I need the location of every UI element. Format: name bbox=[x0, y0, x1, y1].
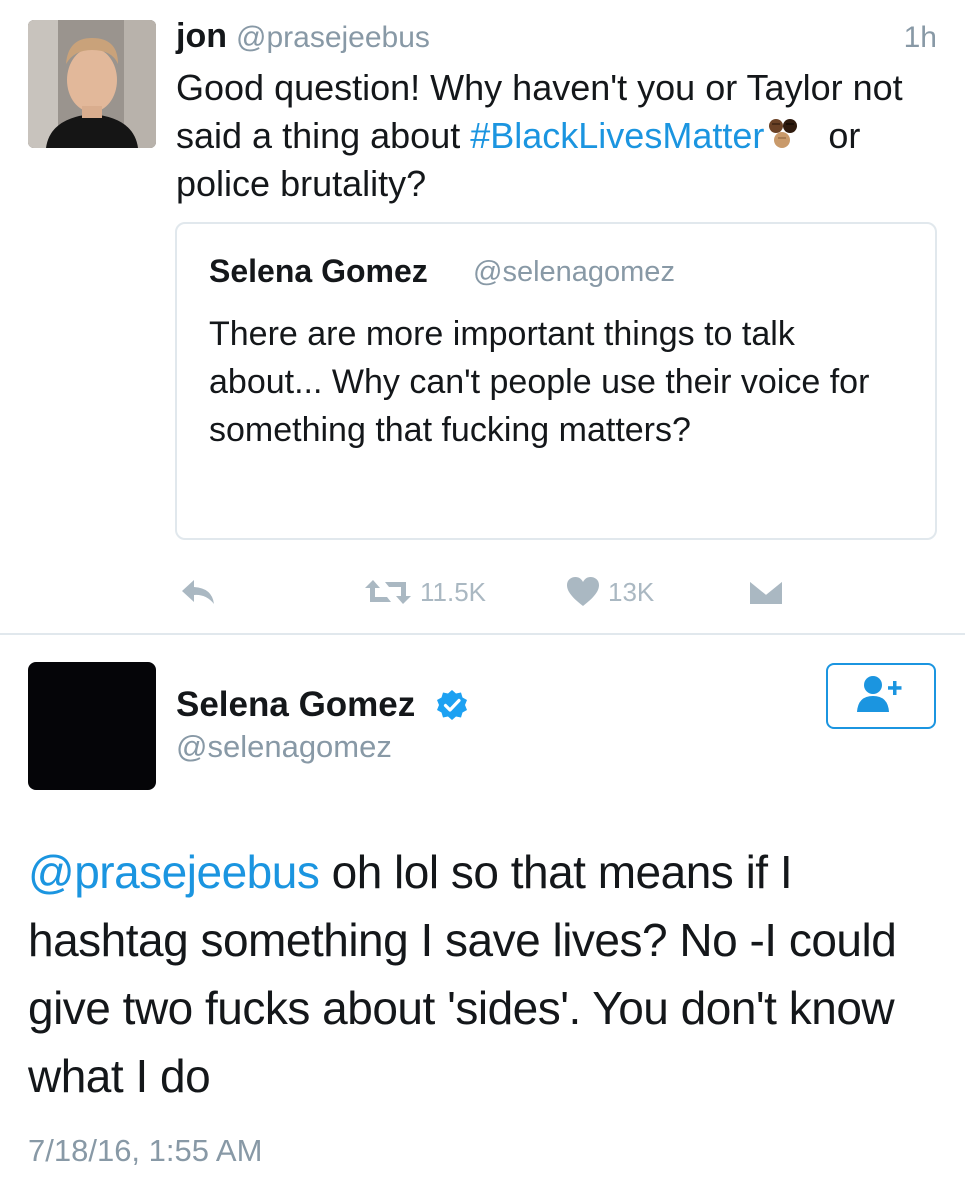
like-button[interactable]: 13K bbox=[566, 572, 654, 612]
raised-fists-emoji bbox=[766, 116, 810, 150]
retweet-count: 11.5K bbox=[420, 576, 487, 607]
quoted-author-handle: @selenagomez bbox=[473, 256, 675, 288]
avatar-jon[interactable] bbox=[28, 20, 156, 148]
main-author-handle[interactable]: @selenagomez bbox=[176, 726, 392, 768]
verified-badge-icon bbox=[436, 689, 468, 721]
reply-icon bbox=[178, 576, 218, 608]
mention-link[interactable]: @prasejeebus bbox=[28, 846, 320, 898]
retweet-button[interactable]: 11.5K bbox=[364, 572, 486, 612]
quoted-tweet-card[interactable]: Selena Gomez @selenagomez There are more… bbox=[175, 222, 937, 540]
reply-tweet-text: Good question! Why haven't you or Taylor… bbox=[176, 64, 936, 208]
reply-time-ago: 1h bbox=[903, 21, 937, 54]
quoted-author-name: Selena Gomez bbox=[209, 253, 428, 289]
hashtag-link[interactable]: #BlackLivesMatter bbox=[470, 115, 764, 156]
reply-author-name[interactable]: jon bbox=[176, 14, 227, 58]
add-user-icon bbox=[855, 674, 907, 719]
main-author-name[interactable]: Selena Gomez bbox=[176, 682, 415, 728]
profile-photo bbox=[28, 20, 156, 148]
like-count: 13K bbox=[608, 576, 655, 607]
reply-author-handle[interactable]: @prasejeebus bbox=[236, 18, 430, 58]
avatar-selena-gomez[interactable] bbox=[28, 662, 156, 790]
reply-button[interactable] bbox=[178, 572, 218, 612]
direct-message-button[interactable] bbox=[748, 572, 784, 612]
follow-button[interactable] bbox=[826, 663, 936, 729]
heart-icon bbox=[566, 576, 600, 608]
tweet-divider bbox=[0, 633, 965, 635]
main-tweet-text: @prasejeebus oh lol so that means if I h… bbox=[28, 838, 928, 1110]
tweet-timestamp[interactable]: 7/18/16, 1:55 AM bbox=[28, 1130, 262, 1172]
envelope-icon bbox=[748, 576, 784, 608]
retweet-icon bbox=[364, 576, 412, 608]
quoted-tweet-text: There are more important things to talk … bbox=[209, 315, 870, 449]
